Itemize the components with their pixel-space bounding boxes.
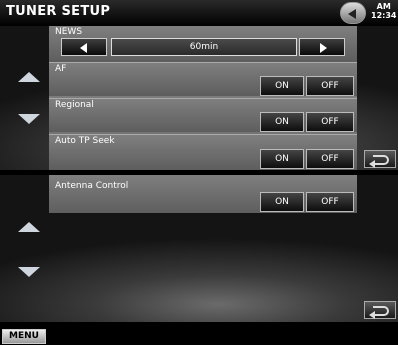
af-off-button[interactable]: OFF <box>306 76 354 96</box>
news-interval-value: 60min <box>111 38 297 56</box>
news-increase-button[interactable] <box>299 38 345 56</box>
auto-tp-seek-off-button[interactable]: OFF <box>306 149 354 169</box>
scroll-up-icon[interactable] <box>16 70 42 84</box>
antenna-control-off-button[interactable]: OFF <box>306 192 354 212</box>
regional-off-button[interactable]: OFF <box>306 112 354 132</box>
return-icon[interactable] <box>364 150 396 168</box>
regional-label: Regional <box>55 100 94 110</box>
scroll-down-icon[interactable] <box>16 112 42 126</box>
af-on-button[interactable]: ON <box>260 76 304 96</box>
af-label: AF <box>55 64 67 74</box>
clock-period: AM <box>376 2 391 11</box>
regional-on-button[interactable]: ON <box>260 112 304 132</box>
title-bar: TUNER SETUP AM 12:34 <box>0 0 398 26</box>
news-decrease-button[interactable] <box>61 38 107 56</box>
antenna-control-on-button[interactable]: ON <box>260 192 304 212</box>
menu-button[interactable]: MENU <box>2 329 46 344</box>
tuner-setup-screen-2: Antenna Control ON OFF <box>0 175 398 322</box>
news-row: NEWS 60min <box>49 26 357 62</box>
page-title: TUNER SETUP <box>6 4 111 19</box>
clock: AM 12:34 <box>371 2 396 20</box>
settings-list: Antenna Control ON OFF <box>49 175 357 213</box>
scroll-up-icon[interactable] <box>16 220 42 234</box>
clock-time: 12:34 <box>371 11 397 20</box>
news-label: NEWS <box>55 27 83 37</box>
tuner-setup-screen-1: TUNER SETUP AM 12:34 NEWS 60min AF ON OF… <box>0 0 398 170</box>
return-icon[interactable] <box>364 301 396 319</box>
af-row: AF ON OFF <box>49 62 357 96</box>
regional-row: Regional ON OFF <box>49 98 357 132</box>
scroll-down-icon[interactable] <box>16 265 42 279</box>
antenna-control-row: Antenna Control ON OFF <box>49 175 357 213</box>
menu-bar: MENU <box>0 326 398 345</box>
settings-list: NEWS 60min AF ON OFF Regional ON OFF Aut… <box>49 26 357 170</box>
auto-tp-seek-row: Auto TP Seek ON OFF <box>49 134 357 170</box>
auto-tp-seek-on-button[interactable]: ON <box>260 149 304 169</box>
auto-tp-seek-label: Auto TP Seek <box>55 136 115 146</box>
antenna-control-label: Antenna Control <box>55 181 129 191</box>
back-arrow-circle-icon[interactable] <box>340 2 366 24</box>
